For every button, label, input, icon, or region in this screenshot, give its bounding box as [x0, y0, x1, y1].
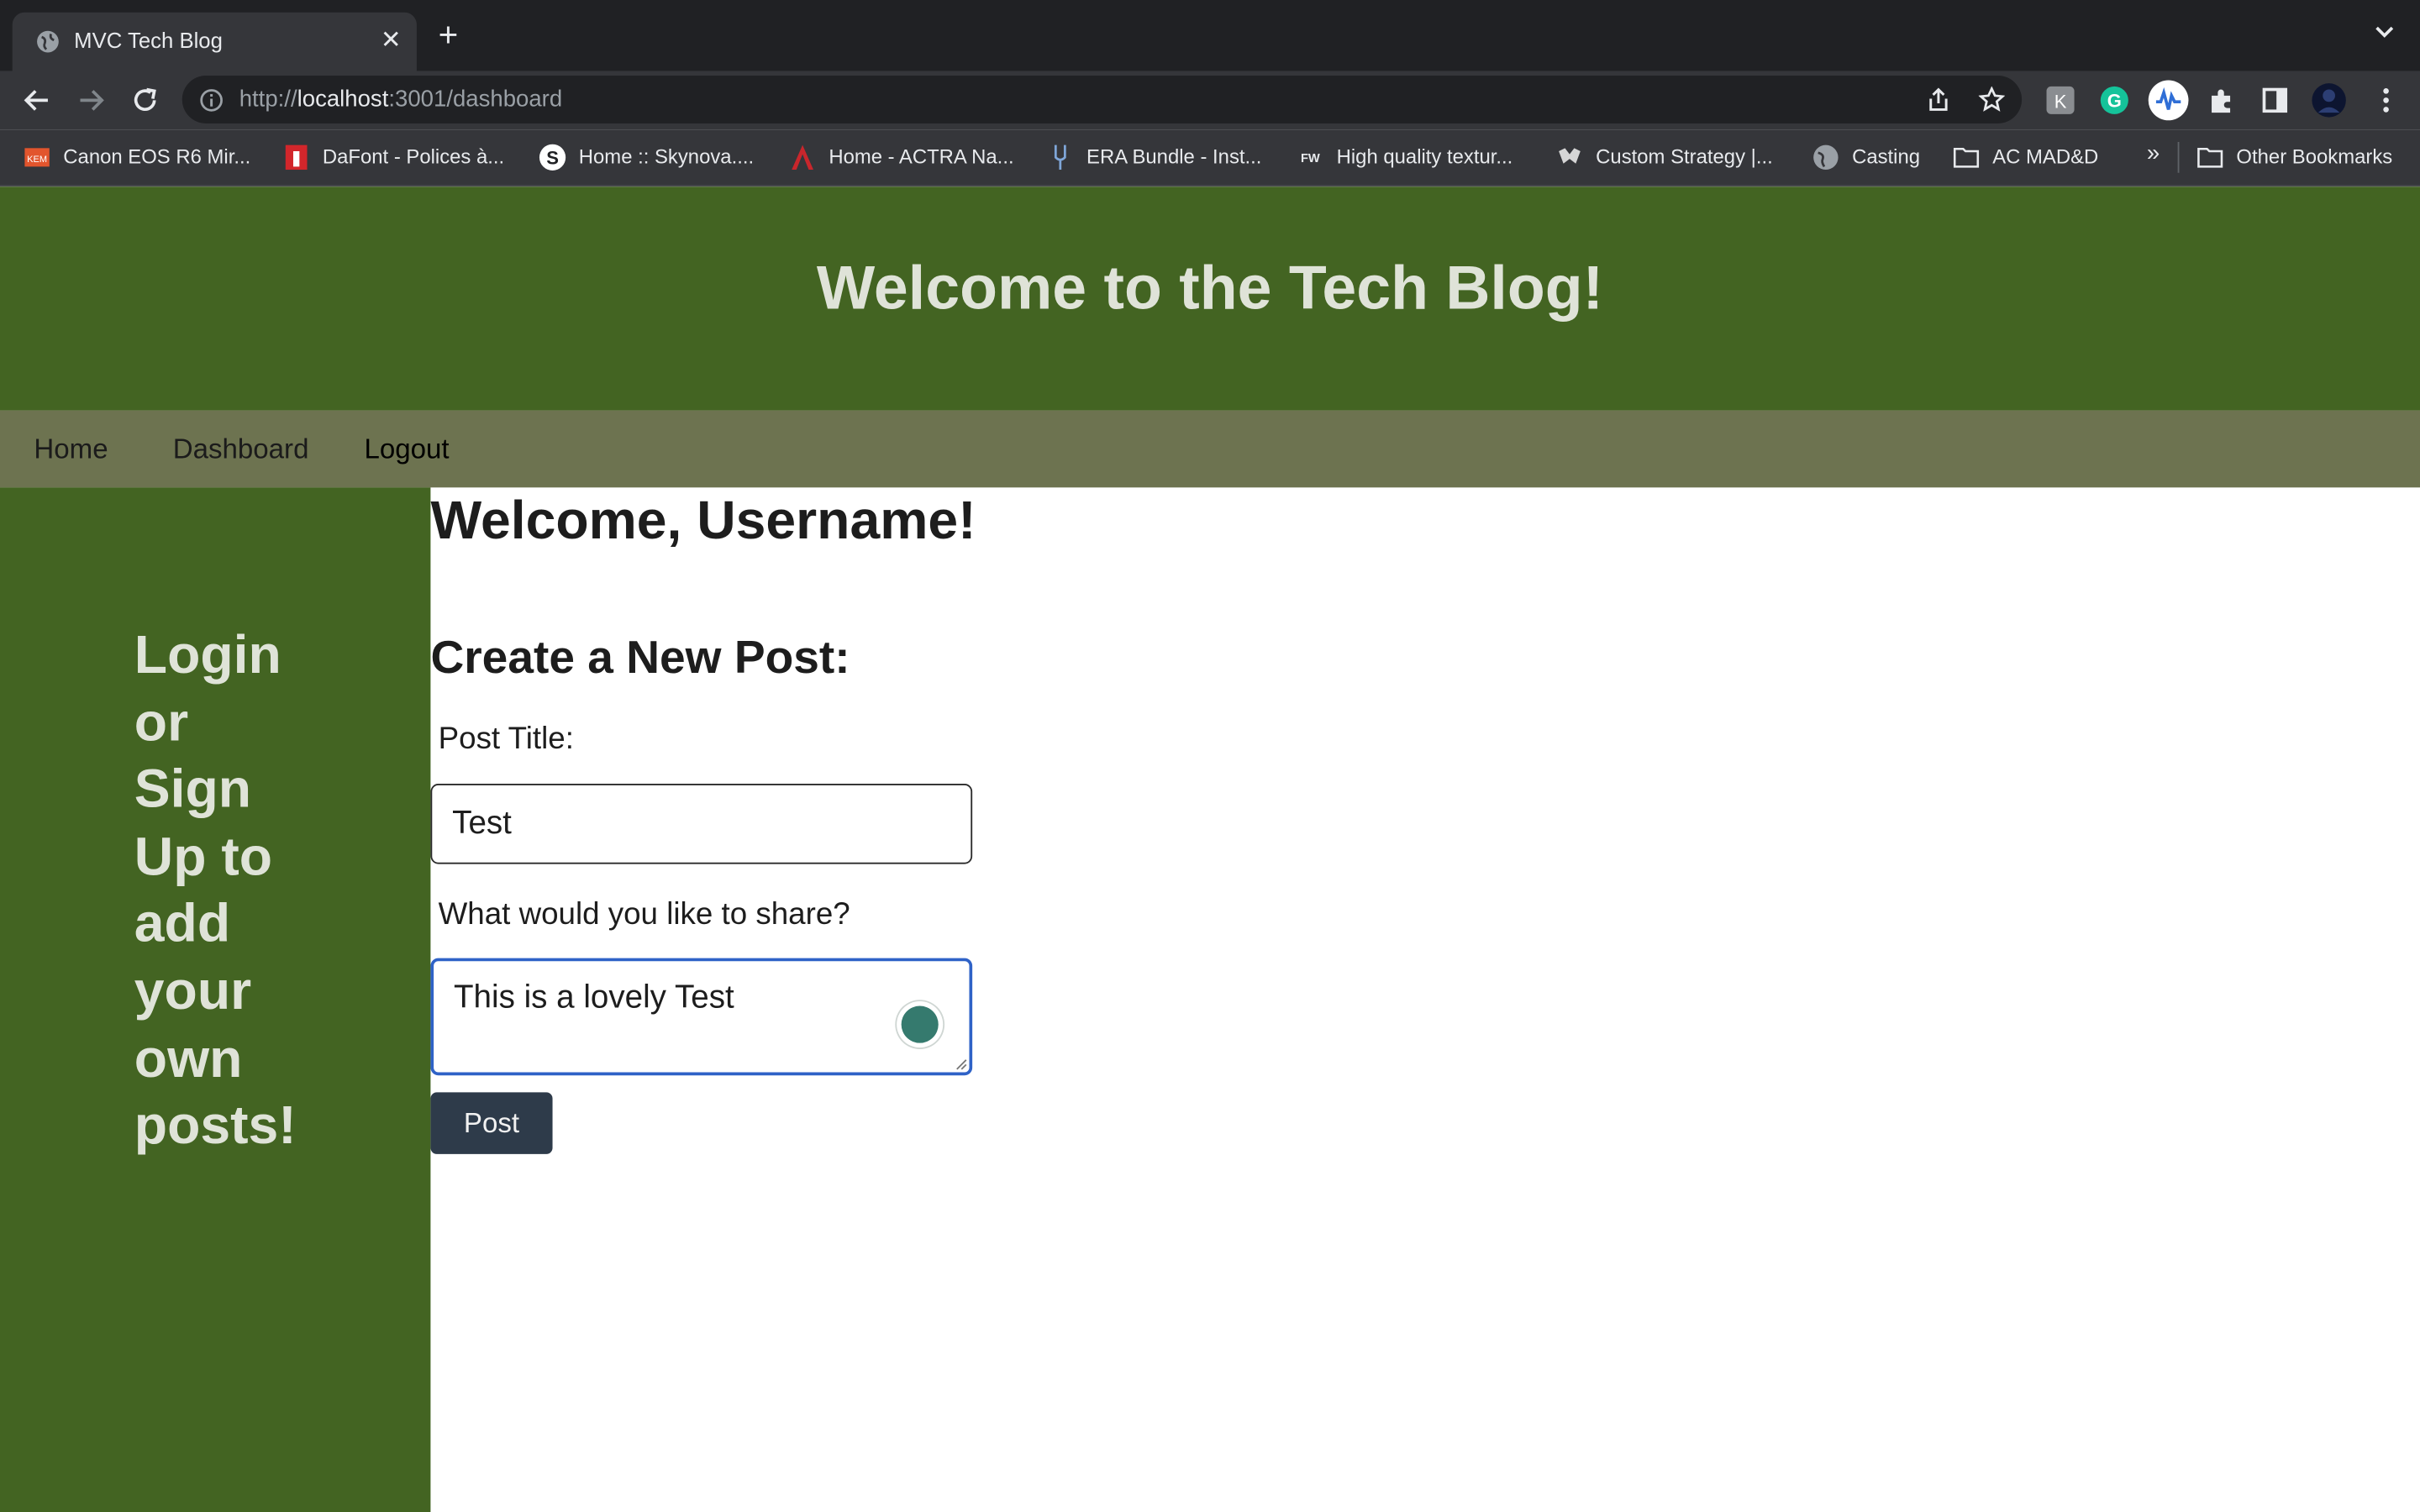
post-content-textarea[interactable]: This is a lovely Test [430, 958, 973, 1076]
site-header: Welcome to the Tech Blog! [0, 186, 2420, 411]
nav-home-link[interactable]: Home [34, 433, 108, 466]
browser-toolbar: http://localhost:3001/dashboard K G [0, 71, 2420, 130]
address-bar[interactable]: http://localhost:3001/dashboard [182, 76, 2023, 123]
back-arrow-icon[interactable] [22, 85, 53, 116]
bookmark-label: Home - ACTRA Na... [829, 144, 1014, 169]
resize-handle-icon[interactable] [955, 1058, 968, 1071]
bookmarks-overflow-button[interactable]: » [2147, 140, 2160, 168]
fw-icon: FW [1301, 152, 1320, 165]
grammarly-icon[interactable]: G [2099, 85, 2130, 116]
web-page: Welcome to the Tech Blog! Home Dashboard… [0, 186, 2420, 1512]
tab-title: MVC Tech Blog [74, 28, 223, 53]
url-scheme: http:// [239, 86, 297, 113]
nav-logout-link[interactable]: Logout [364, 433, 449, 466]
globe-icon [1813, 144, 1839, 171]
svg-text:K: K [2054, 92, 2067, 113]
sidebar-login-message: Login or Sign Up to add your own posts! [134, 624, 297, 1157]
era-icon [1054, 144, 1066, 171]
svg-text:S: S [546, 148, 559, 169]
bookmark-label: Casting [1852, 144, 1921, 169]
folder-icon [2197, 147, 2223, 168]
forward-arrow-icon[interactable] [76, 85, 107, 116]
audio-extension-icon[interactable] [2147, 79, 2190, 122]
site-title: Welcome to the Tech Blog! [816, 255, 1604, 323]
browser-tab-strip: MVC Tech Blog ✕ + [0, 0, 2420, 71]
bookmark-label: DaFont - Polices à... [322, 144, 505, 169]
profile-avatar-icon[interactable] [2311, 81, 2348, 118]
svg-text:FW: FW [1301, 152, 1320, 165]
bookmarks-divider [2177, 141, 2180, 173]
skynova-icon: S [539, 144, 566, 171]
globe-icon [37, 30, 59, 53]
bookmark-star-icon[interactable] [1978, 86, 2005, 113]
dashboard-main: Welcome, Username! Create a New Post: Po… [430, 487, 2420, 1512]
post-content-label: What would you like to share? [438, 897, 850, 932]
sidebar: Login or Sign Up to add your own posts! [0, 487, 431, 1512]
url-path: :3001/dashboard [388, 86, 563, 113]
actra-icon [792, 144, 813, 171]
more-vertical-icon[interactable] [2370, 85, 2402, 116]
folder-icon [1953, 147, 1980, 168]
url-text: http://localhost:3001/dashboard [239, 87, 563, 113]
new-tab-icon[interactable]: + [439, 18, 459, 52]
chevron-down-icon[interactable] [2374, 22, 2396, 44]
close-tab-icon[interactable]: ✕ [381, 24, 402, 55]
bookmark-label: Custom Strategy |... [1596, 144, 1773, 169]
url-host: localhost [297, 86, 389, 113]
post-title-input[interactable] [430, 784, 973, 864]
puzzle-extensions-icon[interactable] [2207, 85, 2238, 116]
site-nav: Home Dashboard Logout [0, 410, 2420, 488]
side-panel-icon[interactable] [2260, 85, 2291, 116]
grammarly-widget-icon[interactable] [897, 1001, 944, 1048]
bookmark-label: AC MAD&D [1992, 144, 2099, 169]
create-post-heading: Create a New Post: [430, 633, 850, 684]
browser-tab[interactable]: MVC Tech Blog ✕ [12, 12, 417, 71]
welcome-heading: Welcome, Username! [430, 491, 976, 551]
bookmark-label: Canon EOS R6 Mir... [63, 144, 251, 169]
bookmark-label: Home :: Skynova.... [578, 144, 755, 169]
nav-dashboard-link[interactable]: Dashboard [173, 433, 309, 466]
svg-text:G: G [2107, 91, 2122, 112]
extension-k-icon[interactable]: K [2045, 85, 2076, 116]
bookmark-label: ERA Bundle - Inst... [1086, 144, 1262, 169]
strategy-icon [1559, 148, 1581, 164]
dafont-icon [285, 144, 308, 171]
reload-icon[interactable] [129, 85, 160, 116]
post-button[interactable]: Post [430, 1092, 553, 1154]
post-title-label: Post Title: [438, 722, 574, 756]
svg-text:KEM: KEM [27, 155, 47, 165]
bookmark-label: High quality textur... [1336, 144, 1513, 169]
kem-icon: KEM [24, 148, 50, 167]
share-icon[interactable] [1926, 87, 1950, 113]
other-bookmarks-label: Other Bookmarks [2236, 144, 2393, 169]
post-content-text: This is a lovely Test [454, 979, 734, 1016]
info-icon[interactable] [199, 88, 224, 113]
bookmarks-bar: KEM Canon EOS R6 Mir... DaFont - Polices… [0, 129, 2420, 187]
